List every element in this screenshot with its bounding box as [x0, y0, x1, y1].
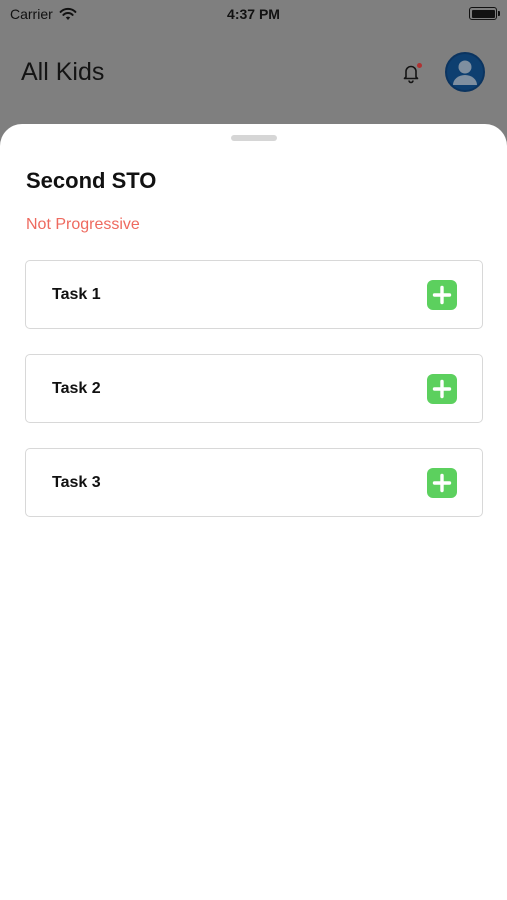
- task-card[interactable]: Task 3: [25, 448, 483, 517]
- notification-dot: [417, 63, 422, 68]
- plus-icon: [432, 379, 452, 399]
- plus-icon: [432, 285, 452, 305]
- bottom-sheet: Second STO Not Progressive Task 1 Task 2…: [0, 124, 507, 900]
- avatar[interactable]: [445, 52, 485, 92]
- status-time: 4:37 PM: [227, 6, 280, 22]
- page-title: All Kids: [21, 58, 105, 86]
- add-task-button[interactable]: [427, 280, 457, 310]
- task-label: Task 3: [52, 474, 101, 491]
- task-label: Task 1: [52, 286, 101, 303]
- battery-icon: [469, 7, 500, 20]
- plus-icon: [432, 473, 452, 493]
- progress-status: Not Progressive: [26, 216, 140, 233]
- task-list: Task 1 Task 2 Task 3: [25, 260, 483, 542]
- add-task-button[interactable]: [427, 468, 457, 498]
- task-card[interactable]: Task 2: [25, 354, 483, 423]
- status-bar: Carrier 4:37 PM: [0, 0, 507, 28]
- task-label: Task 2: [52, 380, 101, 397]
- page-header: All Kids: [0, 28, 507, 123]
- add-task-button[interactable]: [427, 374, 457, 404]
- task-card[interactable]: Task 1: [25, 260, 483, 329]
- sheet-title: Second STO: [26, 168, 157, 193]
- sheet-grabber[interactable]: [231, 135, 277, 141]
- user-avatar-icon: [453, 60, 477, 85]
